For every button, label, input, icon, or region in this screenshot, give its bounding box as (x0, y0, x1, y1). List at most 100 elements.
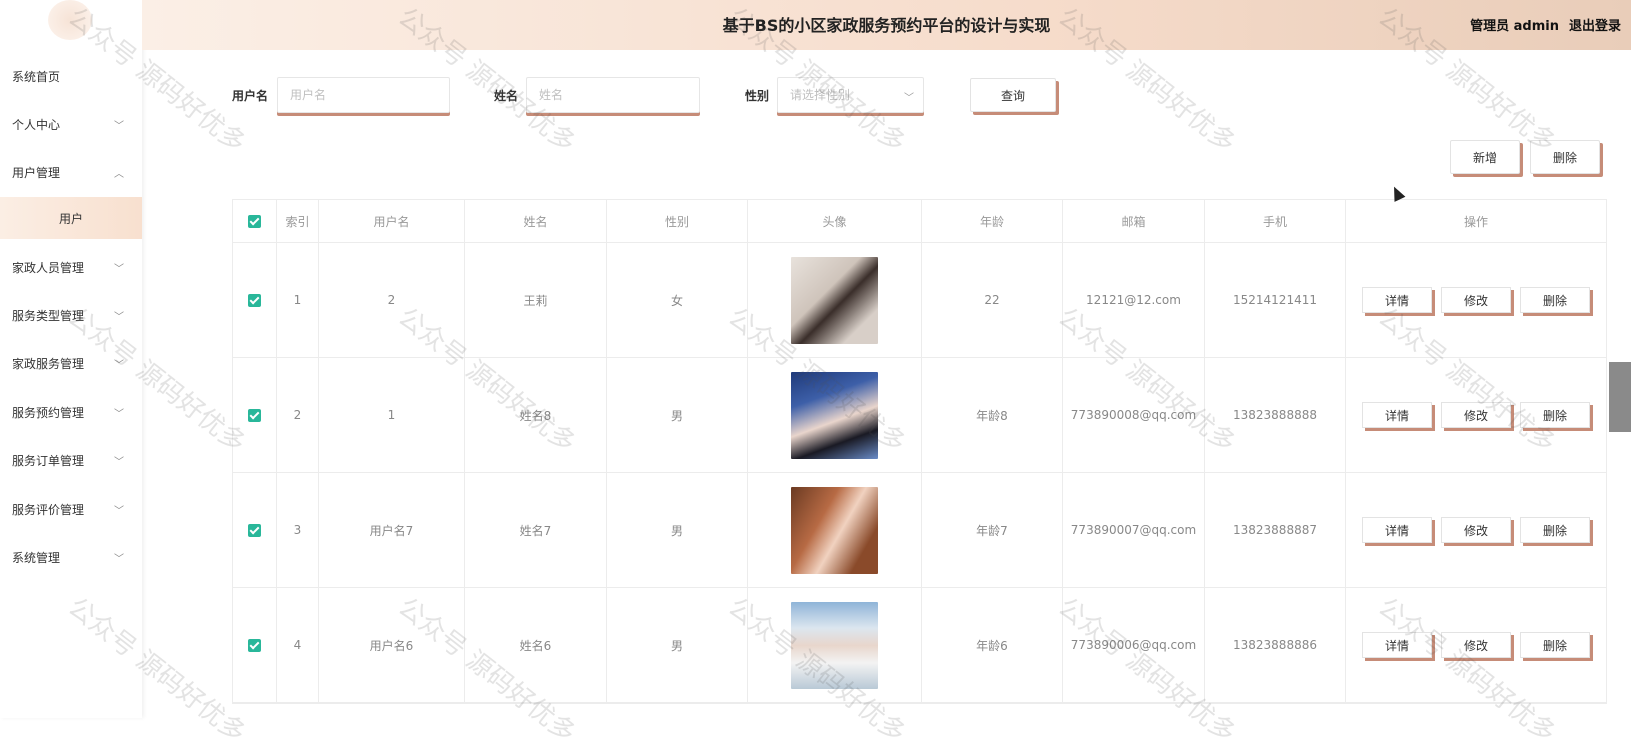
avatar (791, 256, 878, 344)
cell-email: 12121@12.com (1063, 243, 1205, 357)
row-checkbox[interactable] (233, 358, 277, 472)
sidebar-item-label: 家政人员管理 (12, 260, 85, 275)
cell-gender: 男 (607, 358, 748, 472)
cell-avatar (748, 473, 922, 587)
check-icon (248, 523, 261, 537)
select-all-checkbox[interactable] (233, 200, 277, 242)
cell-phone: 13823888887 (1205, 473, 1346, 587)
edit-button[interactable]: 修改 (1441, 287, 1511, 313)
cell-email: 773890007@qq.com (1063, 473, 1205, 587)
cell-index: 2 (277, 358, 319, 472)
cell-gender: 男 (607, 473, 748, 587)
row-checkbox[interactable] (233, 473, 277, 587)
query-button[interactable]: 查询 (970, 78, 1056, 112)
cell-age: 年龄6 (922, 588, 1063, 702)
sidebar-item-label: 系统首页 (12, 69, 61, 84)
cell-username: 2 (319, 243, 465, 357)
gender-select[interactable] (777, 77, 924, 113)
cell-actions: 详情 修改 删除 (1346, 243, 1606, 357)
delete-button[interactable]: 删除 (1520, 517, 1590, 543)
sidebar-item-review-management[interactable]: 服务评价管理 ﹀ (0, 485, 142, 533)
sidebar-item-label: 服务类型管理 (12, 308, 85, 323)
check-icon (248, 293, 261, 307)
check-icon (248, 408, 261, 422)
edit-button[interactable]: 修改 (1441, 632, 1511, 658)
cell-email: 773890006@qq.com (1063, 588, 1205, 702)
row-checkbox[interactable] (233, 588, 277, 702)
cell-index: 1 (277, 243, 319, 357)
user-table: 索引 用户名 姓名 性别 头像 年龄 邮箱 手机 操作 1 2 王莉 女 22 … (232, 199, 1607, 704)
column-header: 年龄 (922, 200, 1063, 242)
chevron-down-icon: ﹀ (114, 408, 124, 420)
cell-age: 22 (922, 243, 1063, 357)
chevron-down-icon: ﹀ (114, 456, 124, 468)
sidebar-item-housekeeping-service-management[interactable]: 家政服务管理 ﹀ (0, 339, 142, 387)
delete-button[interactable]: 删除 (1520, 632, 1590, 658)
column-header: 操作 (1463, 214, 1488, 229)
name-input[interactable] (526, 77, 700, 113)
table-row: 4 用户名6 姓名6 男 年龄6 773890006@qq.com 138238… (233, 588, 1606, 703)
logout-link[interactable]: 退出登录 (1569, 15, 1621, 34)
cell-name: 姓名7 (465, 473, 607, 587)
logo (48, 0, 92, 40)
avatar (791, 371, 878, 459)
sidebar-item-system-management[interactable]: 系统管理 ﹀ (0, 533, 142, 581)
sidebar-subitem-user[interactable]: 用户 (0, 197, 142, 239)
sidebar-item-order-management[interactable]: 服务订单管理 ﹀ (0, 436, 142, 484)
cell-name: 姓名6 (465, 588, 607, 702)
column-header: 性别 (607, 200, 748, 242)
cell-actions: 详情 修改 删除 (1346, 588, 1606, 702)
cell-username: 用户名7 (319, 473, 465, 587)
delete-button[interactable]: 删除 (1520, 402, 1590, 428)
scrollbar-thumb[interactable] (1609, 362, 1631, 432)
table-row: 1 2 王莉 女 22 12121@12.com 15214121411 详情 … (233, 243, 1606, 358)
cell-index: 3 (277, 473, 319, 587)
cell-gender: 男 (607, 588, 748, 702)
avatar (791, 601, 878, 689)
chevron-down-icon: ﹀ (114, 120, 124, 132)
table-header-row: 索引 用户名 姓名 性别 头像 年龄 邮箱 手机 操作 (233, 200, 1606, 243)
sidebar-item-label: 系统管理 (12, 550, 61, 565)
page-title: 基于BS的小区家政服务预约平台的设计与实现 (722, 16, 1051, 35)
column-header: 用户名 (319, 200, 465, 242)
cell-index: 4 (277, 588, 319, 702)
sidebar-item-label: 服务订单管理 (12, 453, 85, 468)
cell-actions: 详情 修改 删除 (1346, 473, 1606, 587)
chevron-down-icon: ﹀ (114, 359, 124, 371)
cell-phone: 13823888888 (1205, 358, 1346, 472)
cell-username: 用户名6 (319, 588, 465, 702)
chevron-up-icon: ︿ (114, 168, 124, 180)
column-header: 头像 (748, 200, 922, 242)
add-button[interactable]: 新增 (1450, 140, 1520, 174)
delete-button[interactable]: 删除 (1520, 287, 1590, 313)
edit-button[interactable]: 修改 (1441, 402, 1511, 428)
cell-name: 姓名8 (465, 358, 607, 472)
sidebar-item-appointment-management[interactable]: 服务预约管理 ﹀ (0, 388, 142, 436)
detail-button[interactable]: 详情 (1362, 517, 1432, 543)
row-checkbox[interactable] (233, 243, 277, 357)
chevron-down-icon: ﹀ (114, 311, 124, 323)
detail-button[interactable]: 详情 (1362, 287, 1432, 313)
detail-button[interactable]: 详情 (1362, 402, 1432, 428)
cell-username: 1 (319, 358, 465, 472)
edit-button[interactable]: 修改 (1441, 517, 1511, 543)
name-label: 姓名 (494, 89, 519, 103)
sidebar-item-service-type-management[interactable]: 服务类型管理 ﹀ (0, 291, 142, 339)
gender-label: 性别 (745, 89, 770, 103)
sidebar-item-housekeeper-management[interactable]: 家政人员管理 ﹀ (0, 243, 142, 291)
sidebar-item-personal-center[interactable]: 个人中心 ﹀ (0, 100, 142, 148)
check-icon (248, 638, 261, 652)
avatar (791, 486, 878, 574)
chevron-down-icon: ﹀ (114, 553, 124, 565)
username-input[interactable] (277, 77, 450, 113)
detail-button[interactable]: 详情 (1362, 632, 1432, 658)
current-user: 管理员 admin (1470, 19, 1559, 34)
column-header: 索引 (277, 200, 319, 242)
chevron-down-icon: ﹀ (904, 93, 914, 104)
cell-avatar (748, 358, 922, 472)
cell-age: 年龄7 (922, 473, 1063, 587)
sidebar-item-home[interactable]: 系统首页 (0, 52, 142, 100)
sidebar-item-label: 服务评价管理 (12, 502, 85, 517)
sidebar-item-user-management[interactable]: 用户管理 ︿ (0, 148, 142, 196)
batch-delete-button[interactable]: 删除 (1530, 140, 1600, 174)
